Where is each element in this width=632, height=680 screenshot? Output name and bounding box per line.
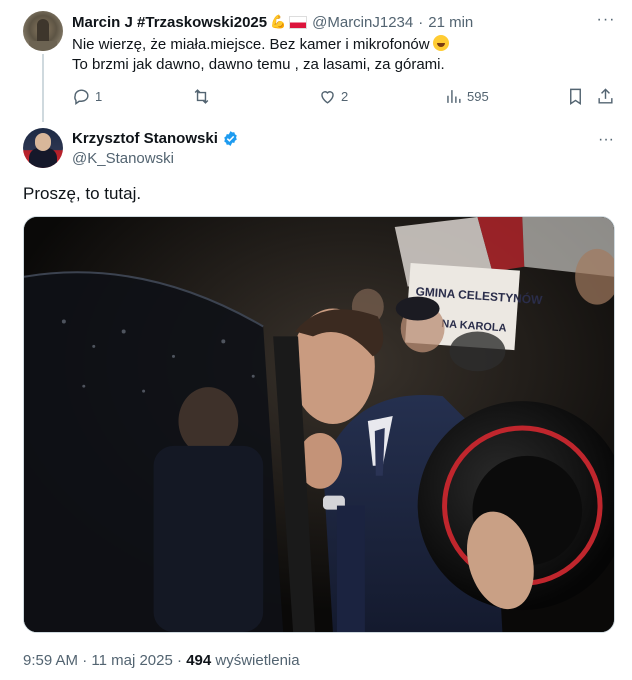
flexed-biceps-emoji: 💪 [270, 14, 287, 29]
post-author-handle[interactable]: @K_Stanowski [72, 150, 174, 167]
verified-badge-icon [224, 131, 237, 146]
reply-tweet[interactable]: Marcin J #Trzaskowski2025 💪 @MarcinJ1234… [0, 0, 632, 122]
reply-time-separator: · [418, 13, 424, 31]
reply-text-line-2: To brzmi jak dawno, dawno temu , za lasa… [72, 56, 445, 73]
views-button[interactable]: 595 [444, 85, 489, 107]
reply-text: Nie wierzę, że miała.miejsce. Bez kamer … [72, 35, 612, 75]
reply-header: Marcin J #Trzaskowski2025 💪 @MarcinJ1234… [72, 12, 473, 32]
post-view-count: 494 [186, 652, 212, 669]
view-count: 595 [467, 88, 489, 104]
reply-count: 1 [95, 88, 103, 104]
reply-author-avatar[interactable] [23, 11, 63, 51]
avatar-statue-base [29, 41, 57, 51]
meta-separator: · [82, 652, 88, 669]
post-view-label: wyświetlenia [215, 652, 300, 669]
views-chart-icon [447, 89, 461, 103]
poland-flag-icon [289, 15, 308, 29]
post-author-name-row: Krzysztof Stanowski [72, 130, 239, 147]
heart-icon [321, 90, 334, 104]
repost-button[interactable] [192, 85, 211, 107]
repost-icon [194, 88, 209, 104]
bookmark-button[interactable] [566, 85, 585, 107]
reply-action-bar: 1 2 595 [72, 85, 618, 107]
share-button[interactable] [596, 85, 615, 107]
reply-author-name[interactable]: Marcin J #Trzaskowski2025 [72, 14, 267, 31]
post-text: Proszę, to tutaj. [23, 184, 142, 203]
reply-text-line-1: Nie wierzę, że miała.miejsce. Bez kamer … [72, 36, 430, 53]
post-meta-line: 9:59 AM · 11 maj 2025 · 494 wyświetlenia [23, 652, 300, 669]
share-icon [598, 87, 613, 104]
post-time[interactable]: 9:59 AM [23, 652, 78, 669]
reply-comment-button[interactable]: 1 [72, 85, 102, 107]
meta-separator: · [177, 652, 183, 669]
post-photo[interactable]: GMINA CELESTYNÓW NA KAROLA [23, 216, 615, 633]
avatar-person-head [35, 133, 51, 151]
rolling-laughing-emoji [432, 35, 449, 51]
post-date[interactable]: 11 maj 2025 [91, 652, 172, 669]
reply-more-options-button[interactable]: ··· [596, 12, 616, 32]
post-author-avatar[interactable] [23, 128, 63, 168]
post-more-options-button[interactable]: ··· [596, 132, 616, 152]
bookmark-icon [570, 88, 581, 105]
reply-author-handle[interactable]: @MarcinJ1234 [312, 14, 413, 31]
post-author-name[interactable]: Krzysztof Stanowski [72, 130, 218, 147]
comment-icon [74, 88, 89, 105]
thread-connector-line [42, 54, 44, 122]
photo-illustration: GMINA CELESTYNÓW NA KAROLA [24, 217, 614, 632]
main-post-header: Krzysztof Stanowski @K_Stanowski ··· [0, 122, 632, 178]
like-count: 2 [341, 88, 349, 104]
avatar-person-body [29, 148, 57, 168]
reply-timestamp[interactable]: 21 min [428, 14, 473, 31]
like-button[interactable]: 2 [318, 85, 348, 107]
